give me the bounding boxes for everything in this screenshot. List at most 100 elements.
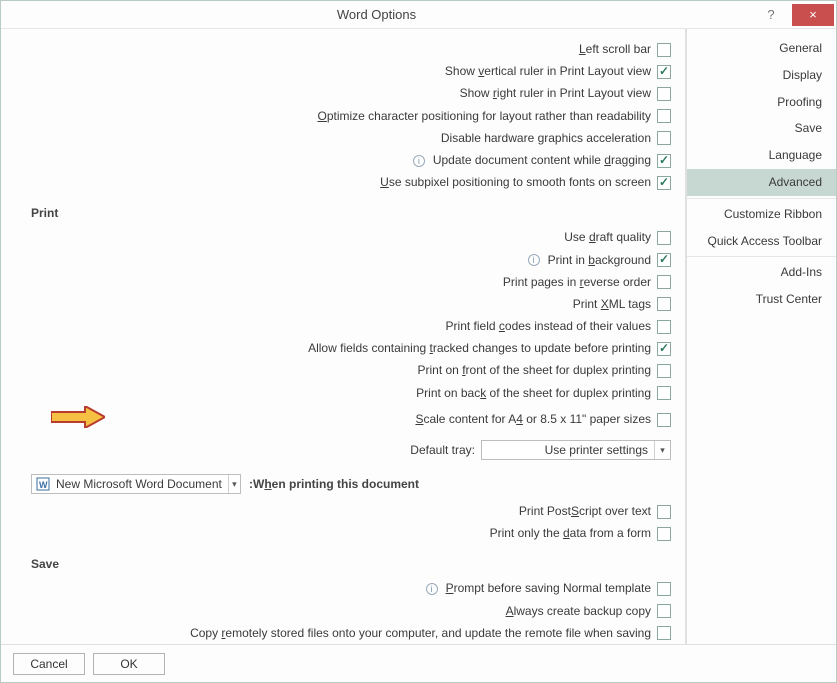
sidebar-item-general[interactable]: General: [687, 35, 836, 62]
save-option: Copy remotely stored files onto your com…: [31, 624, 671, 643]
default-tray-value: Use printer settings: [482, 443, 654, 457]
content-inner: Left scroll bar Show vertical ruler in Pr…: [1, 29, 685, 644]
display-option: Show vertical ruler in Print Layout view: [31, 62, 671, 81]
chevron-down-icon: ▾: [228, 475, 240, 493]
display-label[interactable]: Disable hardware graphics acceleration: [441, 129, 651, 148]
cancel-button[interactable]: Cancel: [13, 653, 85, 675]
print-label[interactable]: Use draft quality: [564, 228, 651, 247]
sidebar-item-language[interactable]: Language: [687, 142, 836, 169]
content-wrap: Left scroll bar Show vertical ruler in Pr…: [1, 29, 686, 644]
print-label[interactable]: Scale content for A4 or 8.5 x 11" paper …: [415, 410, 651, 429]
display-checkbox[interactable]: [657, 154, 671, 168]
print-checkbox[interactable]: [657, 413, 671, 427]
section-when-printing: When printing this document: W New Micro…: [31, 474, 671, 494]
print-checkbox[interactable]: [657, 320, 671, 334]
when-printing-doc-combo[interactable]: W New Microsoft Word Document ▾: [31, 474, 241, 494]
sidebar: GeneralDisplayProofingSaveLanguageAdvanc…: [686, 29, 836, 644]
sidebar-item-add-ins[interactable]: Add-Ins: [687, 256, 836, 286]
when-printing-label: When printing this document:: [249, 477, 419, 491]
display-label[interactable]: Show vertical ruler in Print Layout view: [445, 62, 651, 81]
word-options-dialog: × ? Word Options GeneralDisplayProofingS…: [0, 0, 837, 683]
save-label[interactable]: Prompt before saving Normal template: [446, 579, 651, 598]
print-option: Print pages in reverse order: [31, 273, 671, 292]
when-printing-doc-value: New Microsoft Word Document: [50, 477, 228, 491]
display-option: Disable hardware graphics acceleration: [31, 129, 671, 148]
print-option: i Print in background: [31, 251, 671, 270]
help-button[interactable]: ?: [750, 4, 792, 26]
display-label[interactable]: Optimize character positioning for layou…: [317, 107, 651, 126]
print-label[interactable]: Allow fields containing tracked changes …: [308, 339, 651, 358]
save-label[interactable]: Always create backup copy: [506, 602, 651, 621]
print-checkbox[interactable]: [657, 364, 671, 378]
print-option: Allow fields containing tracked changes …: [31, 339, 671, 358]
print-checkbox[interactable]: [657, 231, 671, 245]
display-label[interactable]: Show right ruler in Print Layout view: [460, 84, 651, 103]
sidebar-item-quick-access-toolbar[interactable]: Quick Access Toolbar: [687, 228, 836, 255]
chevron-down-icon: ▾: [654, 441, 670, 459]
when-printing-option: Print PostScript over text: [31, 502, 671, 521]
print-label[interactable]: Print on back of the sheet for duplex pr…: [416, 384, 651, 403]
sidebar-item-save[interactable]: Save: [687, 115, 836, 142]
sidebar-item-proofing[interactable]: Proofing: [687, 89, 836, 116]
display-checkbox[interactable]: [657, 43, 671, 57]
info-icon[interactable]: i: [413, 155, 425, 167]
section-save: Save: [31, 557, 671, 571]
print-option: Print on back of the sheet for duplex pr…: [31, 384, 671, 403]
print-checkbox[interactable]: [657, 386, 671, 400]
save-checkbox[interactable]: [657, 582, 671, 596]
display-option: Left scroll bar: [31, 40, 671, 59]
callout-arrow-icon: [51, 406, 105, 434]
titlebar: × ? Word Options: [1, 1, 836, 29]
info-icon[interactable]: i: [426, 583, 438, 595]
info-icon[interactable]: i: [528, 254, 540, 266]
default-tray-combo[interactable]: Use printer settings ▾: [481, 440, 671, 460]
display-option: Use subpixel positioning to smooth fonts…: [31, 173, 671, 192]
save-label[interactable]: Copy remotely stored files onto your com…: [190, 624, 651, 643]
sidebar-item-display[interactable]: Display: [687, 62, 836, 89]
dialog-body: GeneralDisplayProofingSaveLanguageAdvanc…: [1, 29, 836, 644]
save-option: Always create backup copy: [31, 602, 671, 621]
when-printing-option: Print only the data from a form: [31, 524, 671, 543]
display-label[interactable]: Update document content while dragging: [433, 151, 651, 170]
print-label[interactable]: Print XML tags: [573, 295, 651, 314]
display-label[interactable]: Left scroll bar: [579, 40, 651, 59]
display-label[interactable]: Use subpixel positioning to smooth fonts…: [380, 173, 651, 192]
print-label[interactable]: Print on front of the sheet for duplex p…: [418, 361, 652, 380]
display-checkbox[interactable]: [657, 131, 671, 145]
save-checkbox[interactable]: [657, 604, 671, 618]
print-checkbox[interactable]: [657, 297, 671, 311]
print-label[interactable]: Print field codes instead of their value…: [446, 317, 651, 336]
print-option: Print field codes instead of their value…: [31, 317, 671, 336]
sidebar-item-trust-center[interactable]: Trust Center: [687, 286, 836, 313]
print-checkbox[interactable]: [657, 253, 671, 267]
close-button[interactable]: ×: [792, 4, 834, 26]
default-tray-row: Default tray: Use printer settings ▾: [31, 440, 671, 460]
when-printing-label[interactable]: Print only the data from a form: [490, 524, 651, 543]
when-printing-checkbox[interactable]: [657, 505, 671, 519]
content-scroll[interactable]: Left scroll bar Show vertical ruler in Pr…: [1, 29, 685, 644]
print-option: Scale content for A4 or 8.5 x 11" paper …: [31, 406, 671, 434]
word-doc-icon: W: [36, 477, 50, 491]
display-option: Show right ruler in Print Layout view: [31, 84, 671, 103]
print-checkbox[interactable]: [657, 342, 671, 356]
ok-button[interactable]: OK: [93, 653, 165, 675]
display-checkbox[interactable]: [657, 87, 671, 101]
window-title: Word Options: [3, 7, 750, 22]
display-checkbox[interactable]: [657, 109, 671, 123]
print-checkbox[interactable]: [657, 275, 671, 289]
when-printing-label[interactable]: Print PostScript over text: [519, 502, 651, 521]
save-option: i Prompt before saving Normal template: [31, 579, 671, 598]
display-checkbox[interactable]: [657, 65, 671, 79]
default-tray-label: Default tray:: [410, 443, 475, 457]
when-printing-checkbox[interactable]: [657, 527, 671, 541]
save-checkbox[interactable]: [657, 626, 671, 640]
sidebar-item-advanced[interactable]: Advanced: [687, 169, 836, 196]
dialog-footer: OK Cancel: [1, 644, 836, 682]
display-checkbox[interactable]: [657, 176, 671, 190]
sidebar-item-customize-ribbon[interactable]: Customize Ribbon: [687, 198, 836, 228]
print-label[interactable]: Print in background: [548, 251, 651, 270]
display-option: i Update document content while dragging: [31, 151, 671, 170]
window-buttons: × ?: [750, 4, 834, 26]
print-label[interactable]: Print pages in reverse order: [503, 273, 651, 292]
display-option: Optimize character positioning for layou…: [31, 107, 671, 126]
